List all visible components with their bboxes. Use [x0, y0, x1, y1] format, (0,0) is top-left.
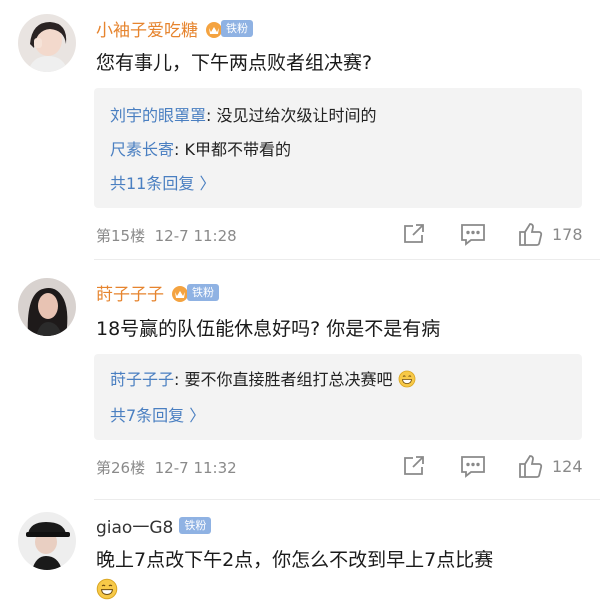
comment-3: giao一G8 铁粉 晚上7点改下午2点，你怎么不改到早上7点比赛 [0, 500, 600, 612]
avatar[interactable] [18, 14, 76, 72]
comment-text: 您有事儿，下午两点败者组决赛? [96, 52, 373, 74]
fan-badge: 铁粉 [204, 19, 253, 39]
avatar[interactable] [18, 278, 76, 336]
comment-meta: 第26楼 12-7 11:32 [96, 457, 237, 478]
fan-badge: 铁粉 [179, 516, 212, 536]
comment-button[interactable] [460, 222, 486, 246]
like-button[interactable]: 178 [518, 221, 583, 247]
grin-emoji-icon [398, 370, 415, 388]
reply-box[interactable]: 莳子子子: 要不你直接胜者组打总决赛吧 共7条回复 〉 [94, 354, 582, 440]
like-icon [519, 223, 543, 246]
share-button[interactable] [402, 454, 426, 478]
reply-item[interactable]: 刘宇的眼罩罩: 没见过给次级让时间的 [110, 102, 377, 126]
reply-item[interactable]: 尺素长寄: K甲都不带看的 [110, 136, 291, 160]
fan-badge: 铁粉 [170, 283, 219, 303]
like-count: 178 [552, 224, 583, 244]
username[interactable]: 小袖子爱吃糖 铁粉 [96, 16, 253, 41]
avatar[interactable] [18, 512, 76, 570]
comment-button[interactable] [460, 454, 486, 478]
comment-icon [461, 456, 485, 478]
like-count: 124 [552, 456, 583, 476]
share-button[interactable] [402, 222, 426, 246]
more-replies-link[interactable]: 共7条回复 〉 [110, 402, 205, 426]
grin-emoji-icon [96, 578, 118, 600]
comment-text: 晚上7点改下午2点，你怎么不改到早上7点比赛 [96, 549, 494, 571]
comment-icon [461, 224, 485, 246]
like-icon [519, 455, 543, 478]
username[interactable]: 莳子子子 铁粉 [96, 280, 219, 305]
reply-username[interactable]: 莳子子子 [110, 370, 174, 389]
floor-number: 第15楼 [96, 227, 146, 245]
reply-username[interactable]: 尺素长寄 [110, 140, 174, 159]
timestamp: 12-7 11:28 [154, 227, 237, 245]
comment-1: 小袖子爱吃糖 铁粉 您有事儿，下午两点败者组决赛? 刘宇的眼罩罩: 没见过给次级… [0, 0, 600, 260]
reply-box[interactable]: 刘宇的眼罩罩: 没见过给次级让时间的 尺素长寄: K甲都不带看的 共11条回复 … [94, 88, 582, 208]
share-icon [404, 224, 424, 243]
username[interactable]: giao一G8 铁粉 [96, 513, 212, 538]
reply-username[interactable]: 刘宇的眼罩罩 [110, 106, 206, 125]
comment-meta: 第15楼 12-7 11:28 [96, 225, 237, 246]
comment-text: 18号赢的队伍能休息好吗? 你是不是有病 [96, 318, 441, 340]
more-replies-link[interactable]: 共11条回复 〉 [110, 170, 215, 194]
comment-2: 莳子子子 铁粉 18号赢的队伍能休息好吗? 你是不是有病 莳子子子: 要不你直接… [0, 260, 600, 500]
like-button[interactable]: 124 [518, 453, 583, 479]
floor-number: 第26楼 [96, 459, 146, 477]
timestamp: 12-7 11:32 [154, 459, 237, 477]
reply-item[interactable]: 莳子子子: 要不你直接胜者组打总决赛吧 [110, 366, 416, 390]
share-icon [404, 456, 424, 475]
